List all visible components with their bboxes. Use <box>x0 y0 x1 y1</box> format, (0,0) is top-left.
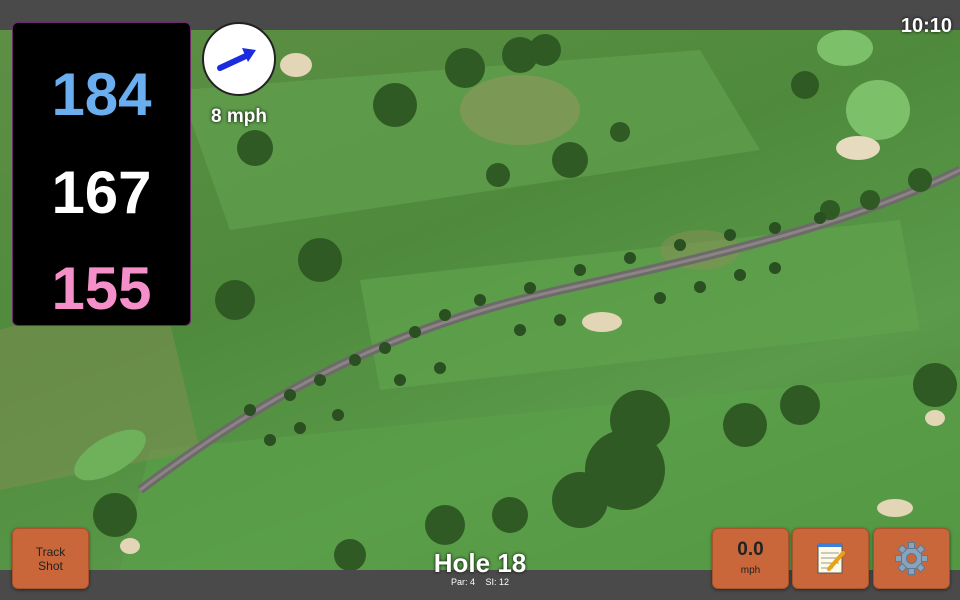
track-shot-label-line1: Track <box>35 545 66 559</box>
notepad-icon <box>817 543 845 574</box>
wind-speed: 8 mph <box>211 106 267 127</box>
wind-direction-indicator <box>202 22 276 96</box>
speed-button[interactable]: 0.0 mph <box>712 528 789 589</box>
hole-meta: Par: 4 SI: 12 <box>380 577 580 587</box>
settings-button[interactable] <box>873 528 950 589</box>
hole-par: Par: 4 <box>450 577 475 587</box>
speed-value: 0.0 <box>737 539 764 560</box>
status-time: 10:10 <box>900 15 952 37</box>
track-shot-label-line2: Shot <box>38 559 63 573</box>
hole-si: SI: 12 <box>485 577 510 587</box>
back-distance: 184 <box>51 61 152 128</box>
hole-title: Hole 18 <box>433 548 527 578</box>
notes-button[interactable] <box>792 528 869 589</box>
speed-unit: mph <box>740 565 761 576</box>
track-shot-button[interactable]: Track Shot <box>12 528 89 589</box>
middle-distance: 167 <box>51 159 152 226</box>
arrow-icon <box>217 48 256 71</box>
gear-icon <box>895 542 928 575</box>
distance-panel: 184 167 155 <box>12 22 191 326</box>
front-distance: 155 <box>51 255 152 322</box>
